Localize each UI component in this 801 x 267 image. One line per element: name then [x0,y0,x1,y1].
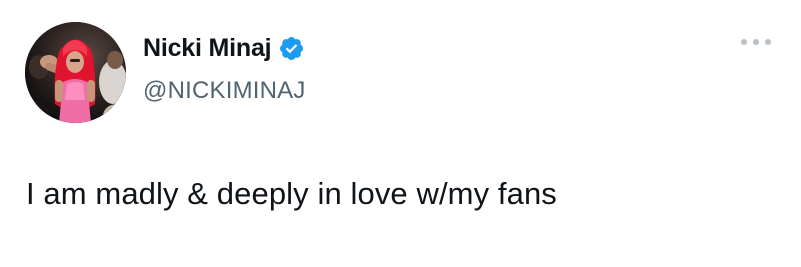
profile-photo-avatar [25,22,126,123]
verified-badge-icon [278,35,305,62]
avatar[interactable] [25,22,126,123]
more-dot [741,39,747,45]
author-display-name[interactable]: Nicki Minaj [143,34,272,63]
author-handle[interactable]: @NICKIMINAJ [143,77,306,105]
author-name-row: Nicki Minaj [143,31,305,65]
more-dot [765,39,771,45]
more-options-icon[interactable] [741,36,771,48]
tweet-card: Nicki Minaj @NICKIMINAJ I am madly & dee… [0,0,801,267]
more-dot [753,39,759,45]
tweet-text: I am madly & deeply in love w/my fans [26,176,557,211]
